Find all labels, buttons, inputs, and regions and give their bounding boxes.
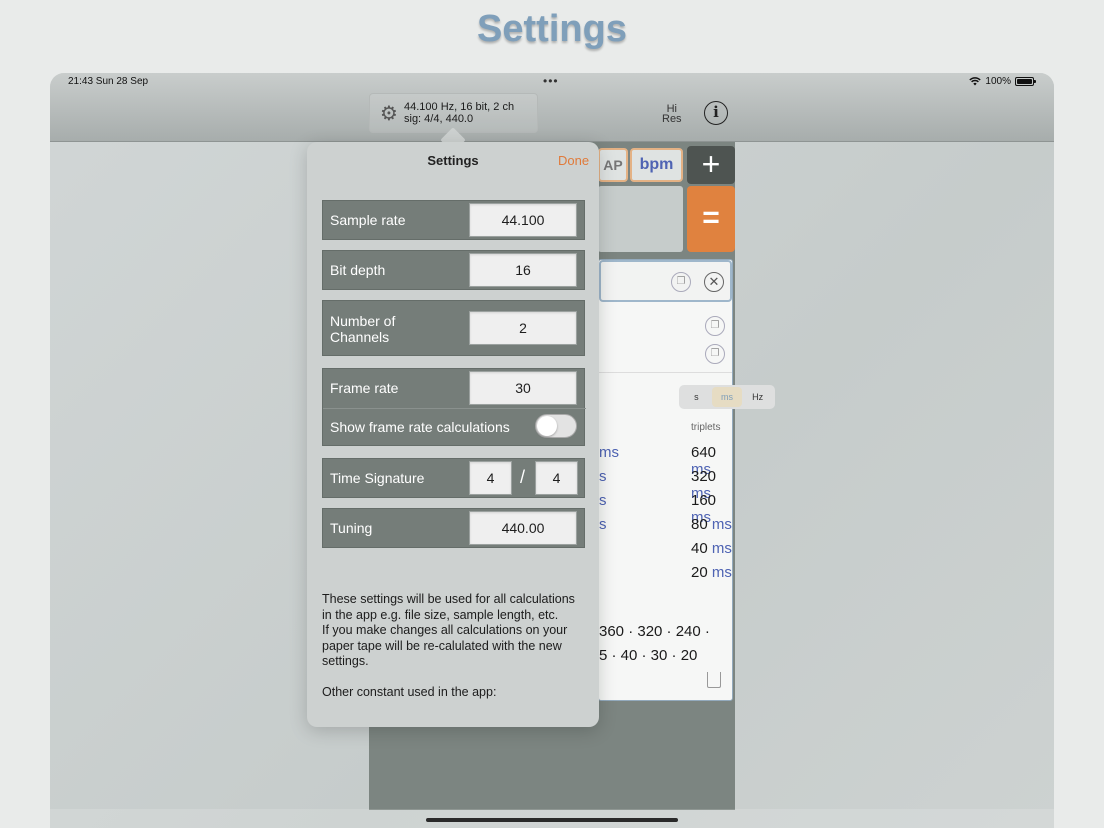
channels-label: Number of Channels xyxy=(330,313,395,345)
triplet-unit: ms xyxy=(711,564,732,581)
settings-summary-line2: sig: 4/4, 440.0 xyxy=(404,113,474,125)
sample-rate-field[interactable]: 44.100 xyxy=(469,203,577,237)
triplet-unit: ms xyxy=(711,516,732,533)
sample-rate-label: Sample rate xyxy=(330,212,406,228)
info-icon[interactable]: i xyxy=(704,101,728,125)
settings-popover: Settings Done Sample rate 44.100 Bit dep… xyxy=(307,142,599,727)
row-divider xyxy=(323,408,586,409)
segment-s[interactable]: s xyxy=(681,387,712,407)
equals-button[interactable]: = xyxy=(687,186,735,252)
home-indicator[interactable] xyxy=(426,818,678,822)
sequence-line: 360 · 320 · 240 · xyxy=(599,623,710,640)
triplet-value: 160 xyxy=(691,492,717,509)
segment-ms[interactable]: ms xyxy=(711,387,743,407)
triplet-row: 40 ms xyxy=(691,540,732,557)
status-time: 21:43 Sun 28 Sep xyxy=(68,76,149,87)
channels-label-line2: Channels xyxy=(330,329,390,345)
time-sig-denominator-field[interactable]: 4 xyxy=(535,461,578,495)
done-button[interactable]: Done xyxy=(558,153,589,168)
calculator-display xyxy=(598,186,683,252)
copy-icon[interactable]: ❐ xyxy=(671,272,691,292)
tuning-row: Tuning 440.00 xyxy=(322,508,585,548)
show-frame-calc-label: Show frame rate calculations xyxy=(330,419,510,435)
bpm-button[interactable]: bpm xyxy=(630,148,683,182)
tape-input[interactable]: ❐ ✕ xyxy=(599,260,732,302)
triplet-value: 640 xyxy=(691,444,717,461)
toggle-knob xyxy=(537,416,557,436)
triplet-value: 320 xyxy=(691,468,717,485)
gear-icon: ⚙ xyxy=(380,102,398,125)
multitask-dots[interactable]: ••• xyxy=(543,74,559,88)
settings-description: These settings will be used for all calc… xyxy=(322,592,587,700)
time-sig-numerator-field[interactable]: 4 xyxy=(469,461,512,495)
tuning-field[interactable]: 440.00 xyxy=(469,511,577,545)
tuning-label: Tuning xyxy=(330,520,373,536)
frame-rate-label: Frame rate xyxy=(330,380,399,396)
description-paragraph: These settings will be used for all calc… xyxy=(322,592,575,622)
tap-button[interactable]: AP xyxy=(598,148,628,182)
plus-button[interactable]: + xyxy=(687,146,735,184)
status-bar: 21:43 Sun 28 Sep ••• 100% xyxy=(50,73,1054,91)
sample-rate-row: Sample rate 44.100 xyxy=(322,200,585,240)
close-icon[interactable]: ✕ xyxy=(704,272,724,292)
time-signature-label: Time Signature xyxy=(330,470,425,486)
page-title: Settings xyxy=(477,8,627,50)
tape-divider xyxy=(599,372,732,373)
column-fragment: s xyxy=(599,468,607,485)
time-sig-separator: / xyxy=(520,467,526,487)
bit-depth-row: Bit depth 16 xyxy=(322,250,585,290)
battery-percent: 100% xyxy=(985,76,1011,87)
triplet-value: 40 xyxy=(691,540,708,557)
channels-label-line1: Number of xyxy=(330,313,396,329)
column-fragment: ms xyxy=(599,444,619,461)
battery-icon xyxy=(1015,77,1036,86)
triplet-row: 80 ms xyxy=(691,516,732,533)
triplet-row: 20 ms xyxy=(691,564,732,581)
hires-label-2: Res xyxy=(662,113,682,125)
description-paragraph: Other constant used in the app: xyxy=(322,684,497,699)
segment-hz[interactable]: Hz xyxy=(742,387,773,407)
frame-rate-field[interactable]: 30 xyxy=(469,371,577,405)
channels-field[interactable]: 2 xyxy=(469,311,577,345)
status-right: 100% xyxy=(969,76,1036,87)
sequence-line: 5 · 40 · 30 · 20 xyxy=(599,647,698,664)
frame-rate-row: Frame rate 30 Show frame rate calculatio… xyxy=(322,368,586,446)
copy-icon[interactable]: ❐ xyxy=(705,316,725,336)
bit-depth-label: Bit depth xyxy=(330,262,386,278)
paper-tape: ❐ ✕ ❐ ❐ s ms Hz triplets ms s s s 640 ms… xyxy=(598,259,775,701)
copy-icon[interactable]: ❐ xyxy=(705,344,725,364)
unit-segmented-control[interactable]: s ms Hz xyxy=(679,385,775,409)
channels-row: Number of Channels 2 xyxy=(322,300,585,356)
triplet-value: 20 xyxy=(691,564,708,581)
column-fragment: s xyxy=(599,516,607,533)
bit-depth-field[interactable]: 16 xyxy=(469,253,577,287)
show-frame-calc-toggle[interactable] xyxy=(535,414,577,438)
time-signature-row: Time Signature 4 / 4 xyxy=(322,458,585,498)
popover-title: Settings xyxy=(427,153,479,168)
description-paragraph: If you make changes all calculations on … xyxy=(322,623,568,668)
column-fragment: s xyxy=(599,492,607,509)
settings-summary: 44.100 Hz, 16 bit, 2 ch sig: 4/4, 440.0 xyxy=(404,101,514,125)
share-icon[interactable] xyxy=(707,672,721,688)
triplet-value: 80 xyxy=(691,516,708,533)
settings-summary-line1: 44.100 Hz, 16 bit, 2 ch xyxy=(404,101,515,113)
wifi-icon xyxy=(969,77,982,86)
hires-button[interactable]: Hi Res xyxy=(662,104,682,125)
triplets-label: triplets xyxy=(691,422,721,433)
triplet-unit: ms xyxy=(711,540,732,557)
